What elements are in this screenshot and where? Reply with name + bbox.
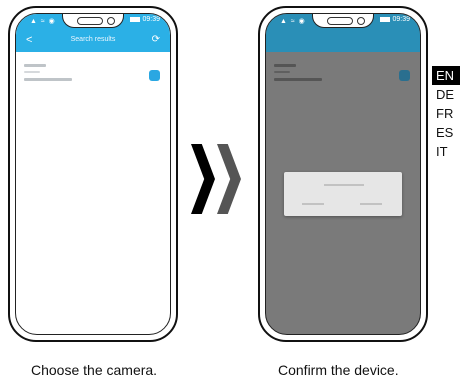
status-time: 09:39 [130, 16, 160, 23]
camera-select-icon [399, 70, 410, 81]
nav-title: Search results [70, 36, 116, 43]
caption-left: Choose the camera. [31, 362, 158, 378]
nav-row: < Search results ⟳ [16, 34, 170, 48]
language-de[interactable]: DE [432, 85, 460, 104]
device-subtitle-blurred [274, 71, 290, 73]
language-fr[interactable]: FR [432, 104, 460, 123]
phone-screen-right: ▲ ≈ ◉ 09:39 [265, 13, 421, 335]
phone-notch [312, 14, 374, 28]
language-it[interactable]: IT [432, 142, 460, 161]
caption-right: Confirm the device. [278, 362, 399, 378]
status-time: 09:39 [380, 16, 410, 23]
battery-icon [130, 16, 141, 22]
next-step-arrow-dark [191, 144, 215, 214]
device-id-blurred [274, 78, 322, 81]
refresh-icon[interactable]: ⟳ [152, 34, 160, 45]
dialog-confirm-button[interactable] [360, 203, 382, 205]
device-name-blurred [274, 64, 296, 67]
camera-select-icon[interactable] [149, 70, 160, 81]
device-list-item[interactable] [24, 60, 162, 100]
device-list-item-dimmed [274, 60, 412, 100]
dialog-message-blurred [324, 184, 364, 186]
battery-icon [380, 16, 391, 22]
dialog-cancel-button[interactable] [302, 203, 324, 205]
language-es[interactable]: ES [432, 123, 460, 142]
status-time-text: 09:39 [142, 16, 160, 23]
device-name-blurred [24, 64, 46, 67]
language-list: EN DE FR ES IT [432, 66, 460, 161]
device-id-blurred [24, 78, 72, 81]
phone-screen-left: ▲ ≈ ◉ 09:39 < Search results ⟳ [15, 13, 171, 335]
phone-frame-right: ▲ ≈ ◉ 09:39 [258, 6, 428, 342]
signal-wifi-icon: ▲ ≈ ◉ [30, 18, 56, 25]
phone-notch [62, 14, 124, 28]
confirm-dialog [284, 172, 402, 216]
device-subtitle-blurred [24, 71, 40, 73]
phone-frame-left: ▲ ≈ ◉ 09:39 < Search results ⟳ [8, 6, 178, 342]
next-step-arrow-gray [217, 144, 241, 214]
status-time-text: 09:39 [392, 16, 410, 23]
signal-wifi-icon: ▲ ≈ ◉ [280, 18, 306, 25]
language-en[interactable]: EN [432, 66, 460, 85]
